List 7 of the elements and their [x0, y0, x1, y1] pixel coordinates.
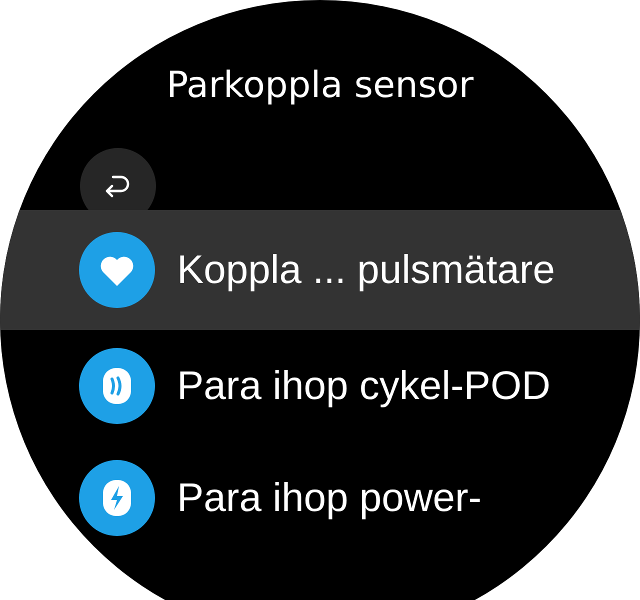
- menu-item-label: Para ihop cykel-POD: [177, 364, 550, 408]
- menu-item-label: Para ihop power-: [177, 476, 482, 520]
- screen-title: Parkoppla sensor: [165, 64, 475, 108]
- lightning-icon: [79, 460, 155, 536]
- foot-pod-icon: [79, 348, 155, 424]
- sensor-menu-item[interactable]: Koppla ... pulsmätare: [0, 210, 640, 330]
- menu-item-label: Koppla ... pulsmätare: [177, 248, 555, 292]
